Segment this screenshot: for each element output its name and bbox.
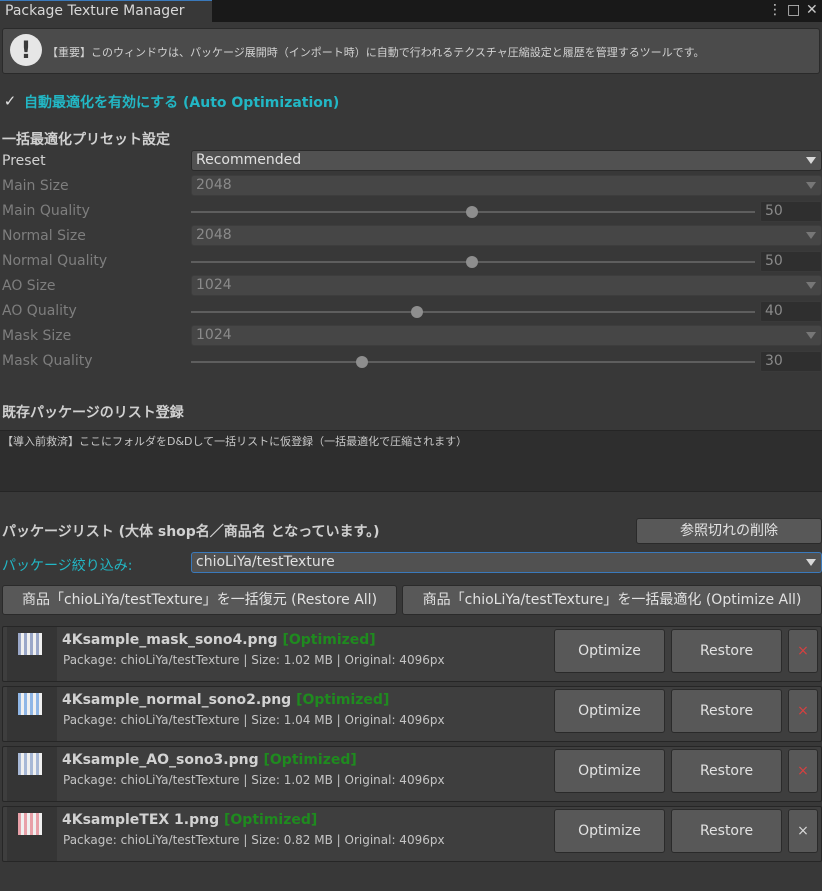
auto-optimization-checkbox[interactable]: ✓ — [2, 93, 18, 109]
preset-value: Recommended — [196, 152, 302, 168]
optimized-status: [Optimized] — [263, 752, 357, 768]
texture-info: Package: chioLiYa/testTexture | Size: 0.… — [63, 833, 445, 847]
info-help-box: ! 【重要】このウィンドウは、パッケージ展開時（インポート時）に自動で行われるテ… — [2, 28, 820, 74]
folder-drop-area[interactable]: 【導入前救済】ここにフォルダをD&Dして一括リストに仮登録（一括最適化で圧縮され… — [0, 430, 822, 492]
more-menu-icon[interactable]: ⋮ — [768, 1, 782, 19]
ao-size-label: AO Size — [2, 278, 56, 294]
package-list-heading: パッケージリスト (大体 shop名／商品名 となっています。) — [2, 524, 380, 540]
texture-thumbnail — [18, 633, 42, 655]
preset-dropdown[interactable]: Recommended — [191, 150, 822, 171]
normal-size-value: 2048 — [196, 227, 232, 243]
optimized-status: [Optimized] — [282, 632, 376, 648]
normal-size-label: Normal Size — [2, 228, 86, 244]
warning-icon: ! — [10, 34, 42, 66]
delete-button[interactable]: × — [788, 629, 818, 673]
mask-quality-slider-track — [191, 361, 755, 363]
ao-quality-label: AO Quality — [2, 303, 77, 319]
texture-info: Package: chioLiYa/testTexture | Size: 1.… — [63, 653, 445, 667]
optimize-button[interactable]: Optimize — [554, 629, 665, 673]
register-section-heading: 既存パッケージのリスト登録 — [2, 405, 184, 421]
texture-info: Package: chioLiYa/testTexture | Size: 1.… — [63, 773, 445, 787]
maximize-icon[interactable]: □ — [787, 1, 800, 19]
mask-quality-label: Mask Quality — [2, 353, 93, 369]
preset-section-heading: 一括最適化プリセット設定 — [2, 132, 170, 148]
mask-quality-field: 30 — [760, 351, 822, 372]
restore-all-button[interactable]: 商品「chioLiYa/testTexture」を一括復元 (Restore A… — [2, 585, 397, 615]
restore-button[interactable]: Restore — [671, 749, 782, 793]
dropdown-arrow-icon — [806, 559, 816, 566]
main-quality-label: Main Quality — [2, 203, 90, 219]
package-filter-value: chioLiYa/testTexture — [196, 554, 335, 570]
ao-size-value: 1024 — [196, 277, 232, 293]
main-size-label: Main Size — [2, 178, 69, 194]
texture-name: 4Ksample_mask_sono4.png [Optimized] — [62, 632, 376, 648]
restore-button[interactable]: Restore — [671, 689, 782, 733]
texture-name: 4Ksample_AO_sono3.png [Optimized] — [62, 752, 357, 768]
ao-quality-value: 40 — [765, 303, 783, 319]
mask-size-value: 1024 — [196, 327, 232, 343]
restore-button[interactable]: Restore — [671, 629, 782, 673]
texture-name: 4KsampleTEX 1.png [Optimized] — [62, 812, 318, 828]
optimize-button[interactable]: Optimize — [554, 809, 665, 853]
ao-quality-field: 40 — [760, 301, 822, 322]
texture-list-item: 4KsampleTEX 1.png [Optimized] Package: c… — [2, 806, 822, 862]
texture-list-item: 4Ksample_normal_sono2.png [Optimized] Pa… — [2, 686, 822, 742]
texture-list-item: 4Ksample_mask_sono4.png [Optimized] Pack… — [2, 626, 822, 682]
dropdown-arrow-icon — [806, 282, 816, 289]
mask-size-dropdown: 1024 — [191, 325, 822, 346]
texture-thumbnail — [18, 753, 42, 775]
normal-quality-field: 50 — [760, 251, 822, 272]
optimized-status: [Optimized] — [224, 812, 318, 828]
close-icon[interactable]: ✕ — [806, 1, 818, 19]
auto-optimization-label[interactable]: 自動最適化を有効にする (Auto Optimization) — [24, 92, 339, 112]
delete-button[interactable]: × — [788, 749, 818, 793]
texture-list-item: 4Ksample_AO_sono3.png [Optimized] Packag… — [2, 746, 822, 802]
dropdown-arrow-icon — [806, 232, 816, 239]
main-size-value: 2048 — [196, 177, 232, 193]
ao-quality-slider-thumb — [411, 306, 423, 318]
texture-info: Package: chioLiYa/testTexture | Size: 1.… — [63, 713, 445, 727]
optimized-status: [Optimized] — [296, 692, 390, 708]
main-size-dropdown: 2048 — [191, 175, 822, 196]
optimize-all-button[interactable]: 商品「chioLiYa/testTexture」を一括最適化 (Optimize… — [402, 585, 822, 615]
mask-quality-slider-thumb — [356, 356, 368, 368]
normal-quality-label: Normal Quality — [2, 253, 108, 269]
dropdown-arrow-icon — [806, 157, 816, 164]
preset-label: Preset — [2, 153, 46, 169]
normal-quality-slider-thumb — [466, 256, 478, 268]
delete-button[interactable]: × — [788, 809, 818, 853]
main-quality-value: 50 — [765, 203, 783, 219]
delete-button[interactable]: × — [788, 689, 818, 733]
main-quality-slider-thumb — [466, 206, 478, 218]
restore-button[interactable]: Restore — [671, 809, 782, 853]
texture-name: 4Ksample_normal_sono2.png [Optimized] — [62, 692, 390, 708]
optimize-button[interactable]: Optimize — [554, 689, 665, 733]
texture-thumbnail — [18, 813, 42, 835]
normal-size-dropdown: 2048 — [191, 225, 822, 246]
window-tab[interactable]: Package Texture Manager — [0, 0, 212, 22]
package-filter-dropdown[interactable]: chioLiYa/testTexture — [191, 552, 822, 573]
dropdown-arrow-icon — [806, 182, 816, 189]
normal-quality-value: 50 — [765, 253, 783, 269]
ao-size-dropdown: 1024 — [191, 275, 822, 296]
dropdown-arrow-icon — [806, 332, 816, 339]
optimize-button[interactable]: Optimize — [554, 749, 665, 793]
main-quality-field: 50 — [760, 201, 822, 222]
info-text: 【重要】このウィンドウは、パッケージ展開時（インポート時）に自動で行われるテクス… — [47, 46, 705, 59]
window-title: Package Texture Manager — [5, 3, 185, 19]
remove-missing-button[interactable]: 参照切れの削除 — [636, 518, 822, 544]
ao-quality-slider-track — [191, 311, 755, 313]
texture-thumbnail — [18, 693, 42, 715]
drop-area-text: 【導入前救済】ここにフォルダをD&Dして一括リストに仮登録（一括最適化で圧縮され… — [2, 435, 468, 448]
mask-size-label: Mask Size — [2, 328, 72, 344]
mask-quality-value: 30 — [765, 353, 783, 369]
package-filter-label: パッケージ絞り込み: — [2, 558, 133, 574]
